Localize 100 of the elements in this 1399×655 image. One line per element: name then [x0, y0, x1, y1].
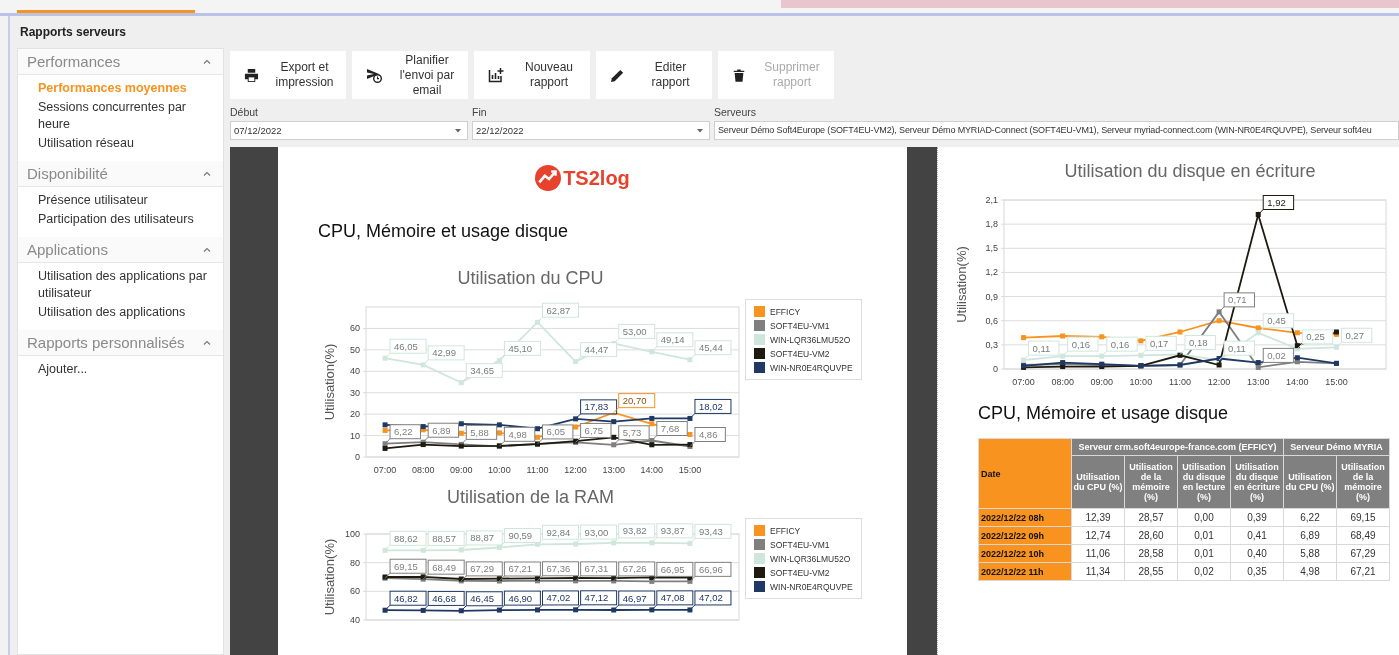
value-label: 67,21 [498, 561, 541, 582]
value-label: 42,99 [422, 345, 465, 366]
annotation: 0,18 [1189, 337, 1208, 349]
value-label: 47,02 [537, 590, 579, 611]
annotation: 0,11 [1228, 342, 1246, 354]
value-label: 0,17 [1140, 335, 1177, 356]
value-label: 0,16 [1062, 336, 1099, 357]
axis-tick-label: 10:00 [488, 465, 511, 475]
value-label: 67,31 [575, 561, 618, 582]
value-label: 67,29 [460, 561, 503, 582]
legend-label: SOFT4EU-VM1 [770, 320, 830, 331]
axis-tick-label: 1,5 [985, 243, 998, 254]
table-cell: 12,39 [1071, 508, 1125, 527]
annotation: 46,82 [394, 592, 418, 604]
value-label: 93,82 [613, 523, 656, 544]
axis-tick-label: 15:00 [678, 465, 702, 475]
table-header: Utilisation de la mémoire (%) [1124, 455, 1178, 509]
axis-tick-label: 60 [350, 586, 360, 597]
annotation: 0,11 [1032, 342, 1051, 354]
table-cell: 4,98 [1283, 562, 1337, 581]
value-label: 69,15 [384, 558, 427, 579]
axis-tick-label: 1,2 [985, 267, 998, 278]
annotation: 0,25 [1306, 331, 1325, 343]
value-label: 4,86 [689, 427, 726, 447]
value-label: 66,96 [689, 561, 732, 582]
axis-tick-label: 09:00 [1090, 377, 1114, 387]
table-cell: 69,15 [1336, 508, 1390, 527]
annotation: 47,02 [698, 592, 723, 604]
value-label: 4,98 [498, 426, 536, 447]
value-label: 0,11 [1023, 340, 1060, 361]
value-label: 0,25 [1296, 329, 1334, 350]
value-label: 67,26 [613, 561, 656, 582]
axis-tick-label: 15:00 [1325, 377, 1348, 387]
value-label: 88,87 [460, 530, 503, 551]
annotation: 47,08 [660, 592, 685, 604]
annotation: 47,02 [546, 592, 571, 604]
axis-tick-label: 40 [350, 615, 360, 625]
table-cell: 0,39 [1230, 508, 1284, 527]
value-label: 46,82 [384, 590, 427, 611]
legend-label: EFFICY [770, 306, 801, 317]
table-cell: 5,88 [1283, 544, 1337, 563]
report-heading: CPU, Mémoire et usage disque [978, 403, 1230, 424]
value-label: 5,88 [460, 424, 498, 445]
annotation: 88,62 [394, 532, 418, 544]
annotation: 46,90 [508, 592, 533, 604]
axis-tick-label: 0 [993, 364, 998, 374]
value-label: 18,02 [689, 398, 732, 419]
annotation: 67,36 [546, 563, 571, 575]
annotation: 0,71 [1228, 294, 1247, 306]
table-cell: 12,74 [1071, 526, 1125, 545]
value-label: 66,95 [651, 561, 694, 582]
value-label: 0,27 [1335, 327, 1373, 348]
annotation: 45,10 [508, 342, 533, 354]
annotation: 88,87 [470, 532, 495, 544]
axis-tick-label: 11:00 [1169, 377, 1191, 387]
table-cell: 11,06 [1071, 544, 1125, 563]
annotation: 44,47 [584, 344, 609, 356]
annotation: 4,98 [508, 428, 527, 440]
axis-tick-label: 11:00 [526, 465, 549, 475]
table-cell: 68,49 [1336, 526, 1390, 545]
table-cell: 67,29 [1336, 544, 1390, 563]
value-label: 88,62 [384, 530, 427, 551]
axis-tick-label: 13:00 [1246, 377, 1270, 387]
value-label: 0,71 [1218, 292, 1255, 313]
legend-label: SOFT4EU-VM1 [770, 539, 830, 550]
legend-label: WIN-NR0E4RQUVPE [770, 581, 853, 592]
table-header: Utilisation de la mémoire (%) [1336, 455, 1390, 509]
annotation: 47,12 [584, 592, 609, 604]
annotation: 5,88 [470, 426, 489, 438]
axis-tick-label: 07:00 [373, 465, 397, 475]
axis-tick-label: 0,9 [985, 291, 998, 302]
annotation: 46,05 [394, 340, 418, 352]
annotation: 34,65 [470, 365, 495, 377]
annotation: 20,70 [622, 395, 647, 407]
axis-title: Utilisation(%) [322, 343, 337, 421]
annotation: 93,00 [584, 526, 609, 538]
table-cell: 0,00 [1177, 508, 1231, 527]
annotation: 93,43 [698, 525, 723, 537]
value-label: 0,11 [1218, 340, 1255, 361]
value-label: 1,92 [1257, 195, 1295, 215]
axis-tick-label: 40 [350, 366, 360, 377]
annotation: 6,75 [584, 424, 604, 436]
axis-tick-label: 08:00 [1051, 377, 1074, 387]
table-header: Utilisation du CPU (%) [1071, 455, 1125, 509]
value-label: 20,70 [613, 393, 656, 414]
value-label: 6,22 [384, 424, 421, 445]
chart-title: Utilisation de la RAM [445, 487, 616, 508]
value-label: 0,45 [1257, 313, 1295, 334]
value-label: 47,12 [575, 590, 618, 611]
annotation: 46,45 [470, 593, 495, 605]
value-label: 93,43 [689, 523, 732, 544]
axis-tick-label: 08:00 [411, 465, 435, 475]
annotation: 69,15 [394, 560, 418, 572]
annotation: 0,02 [1267, 349, 1286, 361]
axis-tick-label: 12:00 [1207, 377, 1231, 387]
annotation: 6,89 [432, 424, 451, 436]
annotation: 1,92 [1267, 196, 1286, 208]
axis-tick-label: 14:00 [1286, 377, 1309, 387]
table-header: Serveur crm.soft4europe-france.com (EFFICY) [1071, 438, 1284, 456]
legend-label: SOFT4EU-VM2 [770, 567, 830, 578]
